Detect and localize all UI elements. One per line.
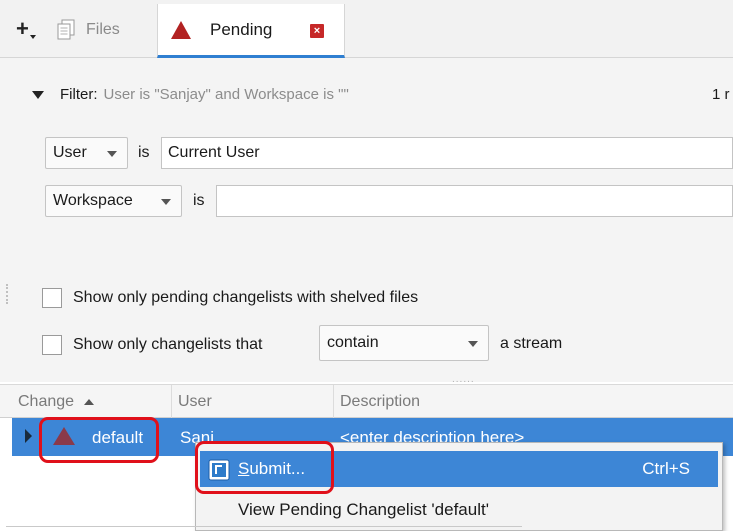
expand-row-icon[interactable] <box>25 429 32 443</box>
chevron-down-icon <box>30 35 36 39</box>
highlight-submit-item <box>195 441 334 494</box>
stream-condition-value: contain <box>327 334 379 351</box>
user-value-text: Current User <box>168 144 260 161</box>
chevron-down-icon <box>161 199 171 205</box>
menu-item-view-label: View Pending Changelist 'default' <box>238 500 489 519</box>
menu-item-submit-shortcut: Ctrl+S <box>642 459 690 478</box>
column-description[interactable]: Description <box>334 385 733 419</box>
filter-description: User is "Sanjay" and Workspace is "" <box>103 86 349 103</box>
filter-label: Filter: <box>60 86 98 103</box>
column-user[interactable]: User <box>172 385 334 419</box>
column-change[interactable]: Change <box>12 385 172 419</box>
stream-suffix-label: a stream <box>500 335 563 352</box>
changelist-table-header: Change User Description <box>0 384 733 419</box>
stream-checkbox[interactable] <box>42 335 62 355</box>
result-count: 1 r <box>712 86 730 103</box>
chevron-down-icon <box>107 151 117 157</box>
side-splitter-handle[interactable] <box>6 284 9 304</box>
user-field-dropdown-value: User <box>53 144 87 161</box>
pending-changelist-icon <box>171 20 191 39</box>
menu-item-view-pending-changelist[interactable]: View Pending Changelist 'default' <box>200 492 718 528</box>
stream-condition-dropdown[interactable]: contain <box>319 325 489 361</box>
shelved-files-label: Show only pending changelists with shelv… <box>73 289 419 306</box>
workspace-value-field[interactable] <box>216 185 733 217</box>
user-operator-label: is <box>138 144 150 161</box>
chevron-down-icon <box>468 341 478 347</box>
close-tab-icon[interactable]: × <box>310 24 324 38</box>
workspace-operator-label: is <box>193 192 205 209</box>
stream-label: Show only changelists that <box>73 336 263 353</box>
filter-toggle[interactable]: Filter: User is "Sanjay" and Workspace i… <box>32 86 349 103</box>
tab-pending-label: Pending <box>210 19 273 39</box>
tab-pending[interactable]: Pending × <box>157 4 345 58</box>
add-tab-button[interactable]: + <box>16 18 46 44</box>
tab-files[interactable]: Files <box>56 10 152 50</box>
shelved-files-option[interactable]: Show only pending changelists with shelv… <box>42 288 418 308</box>
tab-files-label: Files <box>86 21 120 38</box>
tab-bar: + Files Pending × <box>0 0 733 58</box>
column-user-label: User <box>178 393 212 410</box>
column-change-label: Change <box>18 393 75 410</box>
menu-separator <box>6 526 522 527</box>
collapse-triangle-icon <box>32 90 44 99</box>
user-field-dropdown[interactable]: User <box>45 137 128 169</box>
plus-icon: + <box>16 16 29 41</box>
user-value-field[interactable]: Current User <box>161 137 733 169</box>
workspace-field-dropdown-value: Workspace <box>53 192 133 209</box>
highlight-default-row <box>39 417 159 463</box>
stream-option[interactable]: Show only changelists that <box>42 335 262 355</box>
shelved-files-checkbox[interactable] <box>42 288 62 308</box>
sort-ascending-icon <box>84 399 95 405</box>
workspace-field-dropdown[interactable]: Workspace <box>45 185 182 217</box>
files-icon <box>57 19 75 40</box>
column-description-label: Description <box>340 393 421 410</box>
